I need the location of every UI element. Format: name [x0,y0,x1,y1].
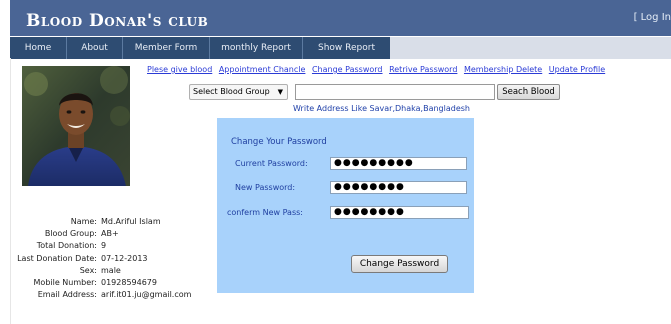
profile-value: arif.it01.ju@gmail.com [101,290,192,300]
link-update-profile[interactable]: Update Profile [549,65,605,74]
profile-label: Email Address: [37,290,97,300]
menu-item-show-report[interactable]: Show Report [303,37,390,59]
link-retrieve-password[interactable]: Retrive Password [389,65,457,74]
menu-item-monthly-report[interactable]: monthly Report [210,37,303,59]
main-menu-bar: Home About Member Form monthly Report Sh… [10,37,671,59]
confirm-password-label: conferm New Pass: [227,208,303,217]
address-hint: Write Address Like Savar,Dhaka,Banglades… [293,104,470,113]
profile-value: 07-12-2013 [101,253,148,263]
profile-value: Md.Ariful Islam [101,217,161,226]
chevron-down-icon: ▼ [277,88,283,96]
profile-label: Name: [70,217,97,226]
search-blood-button[interactable]: Seach Blood [497,84,560,100]
site-title: Blood Donar's club [26,11,209,31]
blood-group-select-value: Select Blood Group [193,87,270,96]
menu-item-home[interactable]: Home [10,37,67,59]
profile-value: male [101,265,121,275]
site-header: Blood Donar's club [ Log In [10,0,671,36]
address-search-input[interactable] [295,84,495,100]
current-password-field[interactable]: ●●●●●●●●● [330,157,467,170]
link-appointment-cancel[interactable]: Appointment Chancle [219,65,306,74]
profile-value: 9 [101,241,107,251]
profile-label: Total Donation: [36,241,97,251]
new-password-field[interactable]: ●●●●●●●● [330,181,467,194]
login-link[interactable]: [ Log In [634,12,671,23]
profile-row-last-donation: Last Donation Date: 07-12-2013 [0,254,240,266]
change-password-panel: Change Your Password Current Password: ●… [217,118,474,293]
confirm-password-field[interactable]: ●●●●●●●● [330,206,469,219]
profile-row-sex: Sex: male [0,266,240,278]
profile-value: 01928594679 [101,277,157,287]
profile-info: Name: Md.Ariful Islam Blood Group: AB+ T… [0,217,240,302]
profile-label: Sex: [79,265,97,275]
profile-row-email: Email Address: arif.it01.ju@gmail.com [0,290,240,302]
link-give-blood[interactable]: Plese give blood [147,65,212,74]
change-password-title: Change Your Password [231,137,327,147]
profile-row-mobile: Mobile Number: 01928594679 [0,278,240,290]
profile-photo [22,66,130,186]
profile-value: AB+ [101,229,119,239]
menu-item-member-form[interactable]: Member Form [123,37,210,59]
current-password-label: Current Password: [235,159,308,168]
profile-row-name: Name: Md.Ariful Islam [0,217,240,229]
link-change-password[interactable]: Change Password [312,65,383,74]
link-membership-delete[interactable]: Membership Delete [464,65,542,74]
new-password-label: New Password: [235,183,296,192]
profile-label: Mobile Number: [33,277,97,287]
menu-item-about[interactable]: About [67,37,123,59]
profile-row-total-donation: Total Donation: 9 [0,241,240,253]
profile-row-blood-group: Blood Group: AB+ [0,229,240,241]
account-links: Plese give blood Appointment Chancle Cha… [147,65,609,74]
profile-photo-image [22,66,130,186]
main-menu: Home About Member Form monthly Report Sh… [10,37,390,59]
change-password-button[interactable]: Change Password [351,255,448,273]
blood-group-select[interactable]: Select Blood Group ▼ [189,84,288,100]
profile-label: Blood Group: [44,229,97,239]
profile-label: Last Donation Date: [17,253,97,263]
